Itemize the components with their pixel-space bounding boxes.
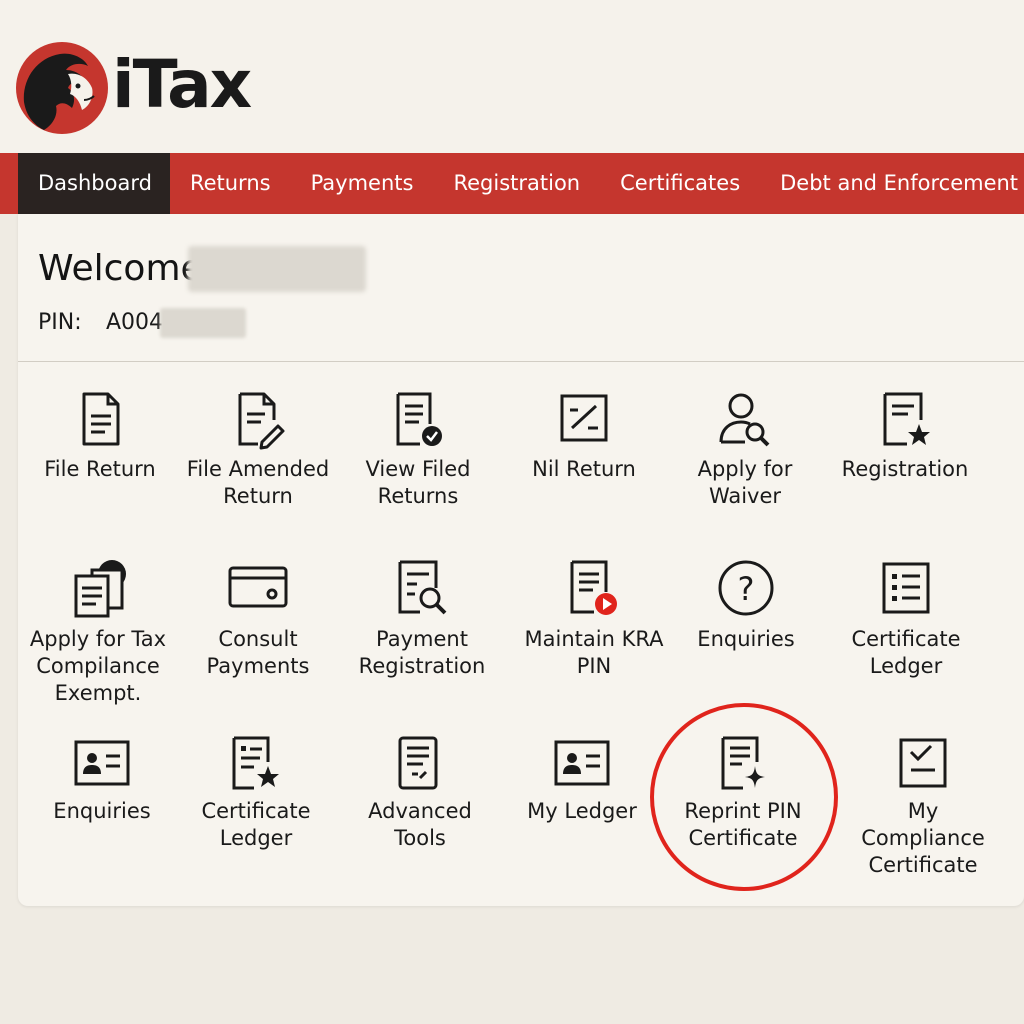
id-card-icon (74, 740, 130, 786)
tile-label: Advanced Tools (368, 799, 472, 850)
tile-apply-tax-compliance-exempt[interactable]: Apply for Tax Compilance Exempt. (18, 558, 178, 707)
list-box-icon (882, 562, 930, 614)
tile-file-amended-return[interactable]: File Amended Return (178, 390, 338, 510)
document-star-icon (232, 736, 279, 790)
tile-label: Maintain KRA PIN (524, 627, 664, 678)
document-star-icon (883, 392, 930, 446)
tile-enquiries-2[interactable]: Enquiries (22, 736, 182, 825)
nav-dashboard[interactable]: Dashboard (18, 153, 170, 214)
main-nav: Dashboard Returns Payments Registration … (0, 153, 1024, 214)
nav-debt-enforcement[interactable]: Debt and Enforcement (760, 153, 1024, 214)
header: iTax (0, 0, 1024, 153)
tile-label: Enquiries (53, 799, 151, 823)
pin-label: PIN: (38, 310, 82, 335)
document-sparkle-icon (721, 736, 765, 790)
tile-maintain-kra-pin[interactable]: Maintain KRA PIN (514, 558, 674, 680)
tile-advanced-tools[interactable]: Advanced Tools (340, 736, 500, 852)
tile-label: Apply for Tax Compilance Exempt. (29, 627, 167, 705)
nav-registration[interactable]: Registration (433, 153, 600, 214)
tile-label: Registration (841, 457, 969, 481)
brand-name: iTax (112, 46, 252, 123)
tile-certificate-ledger-1[interactable]: Certificate Ledger (826, 558, 986, 680)
tile-payment-registration[interactable]: Payment Registration (342, 558, 502, 680)
tile-label: Apply for Waiver (697, 457, 793, 508)
tile-my-ledger[interactable]: My Ledger (502, 736, 662, 825)
check-box-icon (899, 738, 947, 788)
document-tools-icon (398, 736, 438, 790)
document-edit-icon (238, 392, 285, 450)
tile-label: Certificate Ledger (201, 799, 311, 850)
id-card-icon (554, 740, 610, 786)
document-play-icon (570, 560, 617, 615)
tile-label: Payment Registration (358, 627, 486, 678)
nav-certificates[interactable]: Certificates (600, 153, 760, 214)
pin-value: A004 (106, 310, 164, 335)
tile-label: View Filed Returns (365, 457, 471, 508)
percent-box-icon (560, 394, 608, 442)
nav-payments[interactable]: Payments (291, 153, 434, 214)
tile-file-return[interactable]: File Return (20, 390, 180, 483)
tile-my-compliance-certificate[interactable]: My Compliance Certificate (843, 736, 1003, 879)
documents-stack-icon (74, 560, 126, 618)
user-search-icon (719, 393, 770, 447)
tile-label: My Ledger (527, 799, 637, 823)
question-circle-icon: ? (718, 560, 774, 616)
document-icon (82, 392, 120, 446)
tile-label: Reprint PIN Certificate (684, 799, 802, 850)
tile-view-filed-returns[interactable]: View Filed Returns (338, 390, 498, 510)
redacted-pin (160, 308, 246, 338)
svg-text:?: ? (738, 570, 755, 608)
tile-apply-for-waiver[interactable]: Apply for Waiver (665, 390, 825, 510)
tile-label: Certificate Ledger (851, 627, 961, 678)
nav-returns[interactable]: Returns (170, 153, 291, 214)
tile-consult-payments[interactable]: Consult Payments (178, 558, 338, 680)
tile-label: Nil Return (532, 457, 636, 481)
card-icon (228, 566, 288, 608)
document-check-icon (396, 392, 442, 446)
tile-label: File Amended Return (186, 457, 330, 508)
tile-label: Consult Payments (206, 627, 310, 678)
tile-enquiries-1[interactable]: ? Enquiries (666, 558, 826, 653)
lion-logo-icon[interactable] (14, 40, 110, 136)
tile-reprint-pin-certificate[interactable]: Reprint PIN Certificate (663, 736, 823, 852)
tile-label: My Compliance Certificate (861, 799, 985, 877)
tile-certificate-ledger-2[interactable]: Certificate Ledger (176, 736, 336, 852)
tile-registration[interactable]: Registration (825, 390, 985, 483)
tile-nil-return[interactable]: Nil Return (504, 390, 664, 483)
document-search-icon (398, 560, 447, 615)
tile-label: Enquiries (697, 627, 795, 651)
welcome-text: Welcome (38, 248, 203, 289)
redacted-name (188, 246, 366, 292)
divider (18, 361, 1024, 362)
tile-label: File Return (44, 457, 156, 481)
